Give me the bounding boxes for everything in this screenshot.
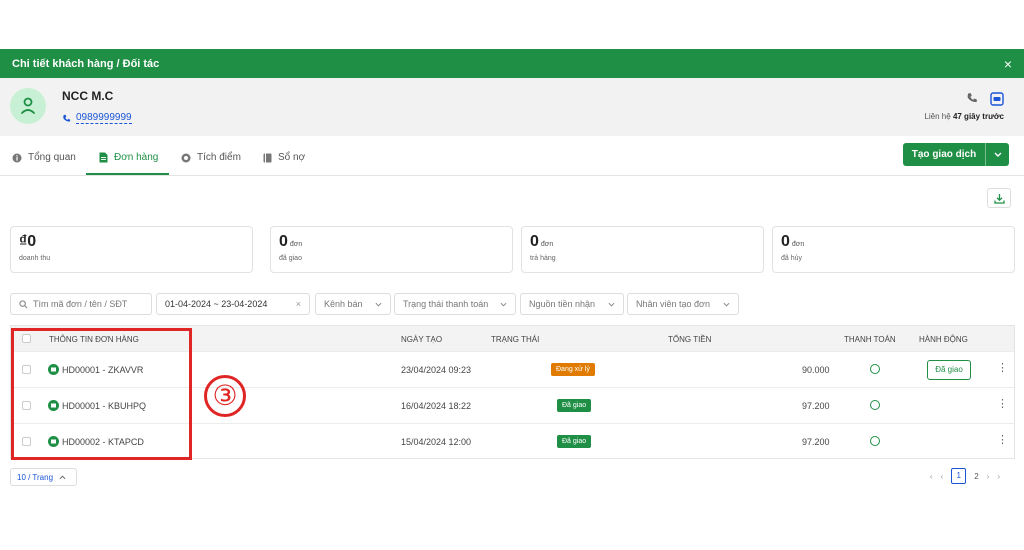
status-badge: Đã giao <box>557 435 592 448</box>
coin-icon <box>181 153 191 162</box>
search-icon <box>19 299 28 308</box>
customer-name: NCC M.C <box>62 89 114 103</box>
download-button[interactable] <box>987 188 1011 208</box>
status-badge: Đã giao <box>557 399 592 412</box>
tab-bar: Tổng quan Đơn hàng Tích điểm Sổ nợ <box>0 144 1024 176</box>
staff-filter[interactable]: Nhân viên tạo đơn <box>627 293 739 315</box>
more-options-icon[interactable]: ⋮ <box>997 361 1008 374</box>
highlight-box <box>11 328 192 460</box>
more-options-icon[interactable]: ⋮ <box>997 397 1008 410</box>
money-source-filter[interactable]: Nguồn tiền nhận <box>520 293 624 315</box>
phone-call-icon[interactable] <box>966 92 978 104</box>
customer-header: NCC M.C 0989999999 Liên hệ 47 giây trước <box>0 78 1024 136</box>
pagination: ‹ ‹ 1 2 › › <box>930 468 1000 484</box>
stat-card-cancelled: 0 đơn đã hủy <box>772 226 1015 273</box>
channel-filter[interactable]: Kênh bán <box>315 293 391 315</box>
chevron-down-icon <box>500 302 507 307</box>
page-2[interactable]: 2 <box>974 472 978 481</box>
panel-header: Chi tiết khách hàng / Đối tác × <box>0 49 1024 78</box>
order-date: 23/04/2024 09:23 <box>401 365 472 375</box>
payment-status-filter[interactable]: Trạng thái thanh toán <box>394 293 516 315</box>
user-icon <box>21 97 35 114</box>
page-size-select[interactable]: 10 / Trang <box>10 468 77 486</box>
info-icon <box>12 153 22 162</box>
book-icon <box>263 153 272 162</box>
stat-card-revenue: ₫0 doanh thu <box>10 226 253 273</box>
clear-icon[interactable]: × <box>296 299 301 309</box>
download-icon <box>993 193 1005 204</box>
last-contact: Liên hệ 47 giây trước <box>924 112 1004 121</box>
chevron-down-icon[interactable] <box>985 143 1009 166</box>
payment-status-icon <box>870 436 880 446</box>
phone-number[interactable]: 0989999999 <box>76 112 132 124</box>
create-transaction-button[interactable]: Tạo giao dịch <box>903 143 1009 166</box>
stat-card-delivered: 0 đơn đã giao <box>270 226 513 273</box>
mark-delivered-button[interactable]: Đã giao <box>927 360 971 380</box>
panel-title: Chi tiết khách hàng / Đối tác <box>12 57 160 70</box>
customer-detail-panel: Chi tiết khách hàng / Đối tác × NCC M.C … <box>0 0 1024 550</box>
avatar <box>10 88 46 124</box>
order-total: 90.000 <box>802 365 830 375</box>
active-tab-indicator <box>86 173 169 175</box>
status-badge: Đang xử lý <box>551 363 595 376</box>
page-1[interactable]: 1 <box>951 468 967 484</box>
payment-status-icon <box>870 400 880 410</box>
more-options-icon[interactable]: ⋮ <box>997 433 1008 446</box>
first-page-icon[interactable]: ‹ <box>930 472 933 481</box>
last-page-icon[interactable]: › <box>997 472 1000 481</box>
customer-phone[interactable]: 0989999999 <box>62 112 132 124</box>
search-input[interactable]: Tìm mã đơn / tên / SĐT <box>10 293 152 315</box>
tab-overview[interactable]: Tổng quan <box>12 152 76 163</box>
date-range-picker[interactable]: 01-04-2024 ~ 23-04-2024 × <box>156 293 310 315</box>
order-total: 97.200 <box>802 437 830 447</box>
tab-debt[interactable]: Sổ nợ <box>263 152 305 163</box>
tab-points[interactable]: Tích điểm <box>181 152 241 163</box>
phone-icon <box>63 114 71 121</box>
chevron-down-icon <box>608 302 615 307</box>
chevron-up-icon <box>59 474 66 479</box>
document-icon <box>99 152 108 163</box>
close-icon[interactable]: × <box>1004 57 1012 71</box>
next-page-icon[interactable]: › <box>987 472 990 481</box>
order-date: 15/04/2024 12:00 <box>401 437 472 447</box>
tab-orders[interactable]: Đơn hàng <box>99 152 158 163</box>
order-date: 16/04/2024 18:22 <box>401 401 472 411</box>
chevron-down-icon <box>375 302 382 307</box>
zalo-icon[interactable] <box>990 92 1004 106</box>
payment-status-icon <box>870 364 880 374</box>
stat-card-returned: 0 đơn trả hàng <box>521 226 764 273</box>
chevron-down-icon <box>723 302 730 307</box>
prev-page-icon[interactable]: ‹ <box>941 472 944 481</box>
contact-info: Liên hệ 47 giây trước <box>924 92 1004 121</box>
step-number-badge: ③ <box>204 375 246 417</box>
order-total: 97.200 <box>802 401 830 411</box>
